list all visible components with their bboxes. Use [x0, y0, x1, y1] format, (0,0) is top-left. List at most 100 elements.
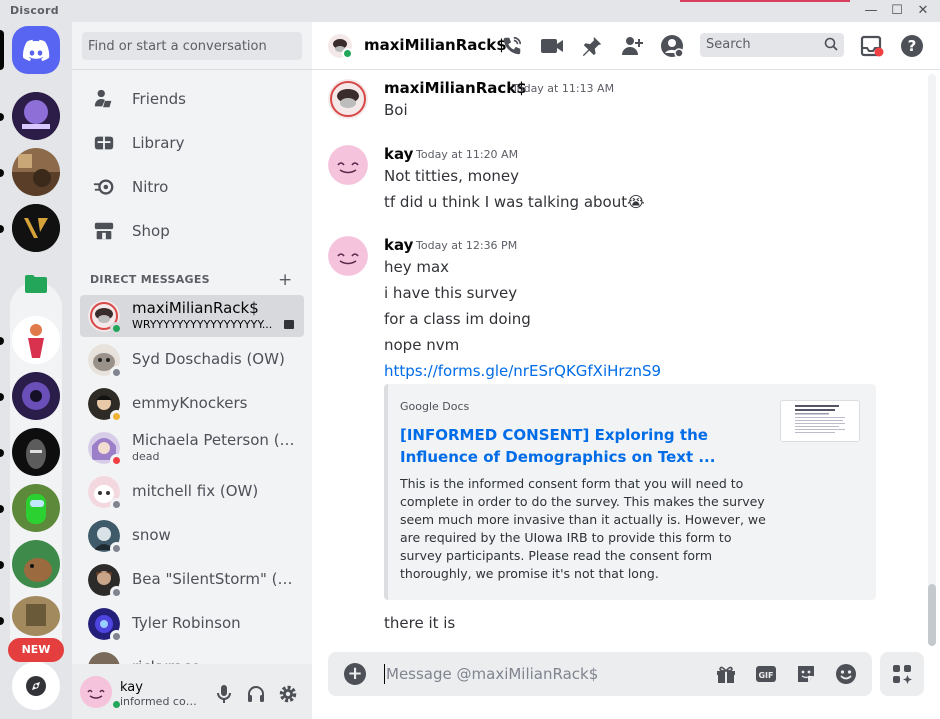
message-text: tf did u think I was talking about😭 [384, 193, 645, 211]
server-icon-10[interactable] [12, 596, 60, 636]
dm-item[interactable]: mitchell fix (OW) [80, 471, 304, 513]
gif-label: GIF [758, 671, 773, 680]
dm-name: Tyler Robinson [132, 614, 241, 632]
text-caret [384, 664, 385, 684]
message-list: maxiMilianRack$ Today at 11:13 AM Boi ka… [312, 71, 940, 646]
minimize-button[interactable]: — [860, 2, 882, 20]
message-author[interactable]: maxiMilianRack$ [384, 79, 527, 97]
nav-label: Friends [132, 90, 186, 108]
message-link[interactable]: https://forms.gle/nrESrQKGfXiHrznS9 [384, 362, 661, 380]
dm-item[interactable]: emmyKnockers [80, 383, 304, 425]
dm-name: Bea "SilentStorm" (OW) [132, 570, 300, 588]
dm-item[interactable]: Bea "SilentStorm" (OW) [80, 559, 304, 601]
nav-shop[interactable]: Shop [80, 210, 304, 252]
gift-icon[interactable] [715, 663, 737, 685]
apps-button[interactable] [880, 652, 924, 696]
microphone-icon[interactable] [213, 683, 235, 705]
chat-area: maxiMilianRack$ Search ? maxiMilianRack$… [312, 22, 940, 719]
message-author[interactable]: kay [384, 145, 413, 163]
svg-text:?: ? [908, 37, 917, 55]
server-icon-7[interactable] [12, 428, 60, 476]
user-avatar[interactable] [80, 676, 112, 708]
unread-indicator [0, 337, 4, 345]
apps-icon [893, 665, 912, 684]
upload-plus-button[interactable]: + [344, 663, 366, 685]
dm-name: maxiMilianRack$ [132, 299, 259, 317]
dm-name: emmyKnockers [132, 394, 248, 412]
server-icon-2[interactable] [12, 148, 60, 196]
avatar [88, 652, 120, 664]
phone-call-icon[interactable] [500, 34, 524, 58]
server-icon-6[interactable] [12, 372, 60, 420]
nav-nitro[interactable]: Nitro [80, 166, 304, 208]
compass-icon [26, 676, 46, 696]
title-accent-line [680, 0, 850, 2]
dm-name: snow [132, 526, 171, 544]
embed-title[interactable]: [INFORMED CONSENT] Exploring the Influen… [400, 424, 770, 468]
help-icon[interactable]: ? [900, 34, 924, 58]
unread-indicator [0, 617, 4, 625]
message-group: kay Today at 12:36 PM hey max i have thi… [328, 236, 918, 636]
video-call-icon[interactable] [540, 34, 564, 58]
pin-icon[interactable] [580, 34, 604, 58]
server-icon-8[interactable] [12, 484, 60, 532]
dm-item[interactable]: Tyler Robinson [80, 603, 304, 645]
dm-item[interactable]: Michaela Peterson (O... dead [80, 427, 304, 469]
dm-item[interactable]: Syd Doschadis (OW) [80, 339, 304, 381]
message-timestamp: Today at 12:36 PM [416, 239, 518, 252]
status-indicator [110, 322, 123, 335]
gear-icon[interactable] [277, 683, 299, 705]
maximize-button[interactable]: ☐ [886, 2, 908, 20]
scrollbar-thumb[interactable] [928, 584, 936, 646]
find-conversation-button[interactable]: Find or start a conversation [82, 32, 302, 60]
message-text: hey max [384, 258, 450, 276]
create-dm-button[interactable]: + [278, 270, 292, 290]
search-icon [824, 37, 838, 55]
friends-icon [92, 87, 116, 111]
dm-item[interactable]: rickyrace [80, 647, 304, 664]
discover-button[interactable] [12, 662, 60, 710]
nav-friends[interactable]: Friends [80, 78, 304, 120]
scrollbar-track[interactable] [928, 74, 936, 646]
dm-item[interactable]: snow [80, 515, 304, 557]
status-indicator [342, 48, 353, 59]
search-placeholder: Search [706, 37, 751, 52]
message-group: kay Today at 11:20 AM Not titties, money… [328, 145, 918, 215]
nav-library[interactable]: Library [80, 122, 304, 164]
unread-indicator [0, 561, 4, 569]
message-timestamp: Today at 11:20 AM [416, 148, 519, 161]
server-icon-1[interactable] [12, 92, 60, 140]
message-author[interactable]: kay [384, 236, 413, 254]
add-friends-icon[interactable] [620, 34, 644, 58]
dm-custom-status: dead [132, 450, 160, 463]
close-window-button[interactable]: ✕ [912, 2, 934, 20]
server-folder[interactable] [12, 260, 60, 308]
headphones-icon[interactable] [245, 683, 267, 705]
embed-provider[interactable]: Google Docs [400, 400, 469, 413]
home-button[interactable] [12, 26, 60, 74]
discord-logo-icon [23, 39, 50, 62]
nav-label: Library [132, 134, 185, 152]
embed-description: This is the informed consent form that y… [400, 476, 766, 581]
avatar[interactable] [328, 145, 368, 185]
new-badge[interactable]: NEW [8, 638, 64, 662]
message-icon [284, 320, 294, 329]
inbox-icon[interactable] [860, 34, 884, 58]
search-input[interactable]: Search [700, 33, 844, 57]
dm-name: Syd Doschadis (OW) [132, 350, 285, 368]
embed-thumbnail[interactable] [780, 400, 860, 442]
gif-icon[interactable]: GIF [755, 663, 777, 685]
message-input[interactable] [386, 652, 686, 696]
message-timestamp: Today at 11:13 AM [512, 82, 615, 95]
link-embed: Google Docs [INFORMED CONSENT] Exploring… [384, 384, 876, 600]
dm-item[interactable]: maxiMilianRack$ WRYYYYYYYYYYYYYYYYY... [80, 295, 304, 337]
server-icon-9[interactable] [12, 540, 60, 588]
server-icon-3[interactable] [12, 204, 60, 252]
server-icon-5[interactable] [12, 316, 60, 364]
emoji-icon[interactable] [835, 663, 857, 685]
avatar[interactable] [328, 236, 368, 276]
profile-icon[interactable] [660, 34, 684, 58]
user-panel: kay informed consent [72, 664, 312, 719]
avatar[interactable] [328, 79, 368, 119]
sticker-icon[interactable] [795, 663, 817, 685]
